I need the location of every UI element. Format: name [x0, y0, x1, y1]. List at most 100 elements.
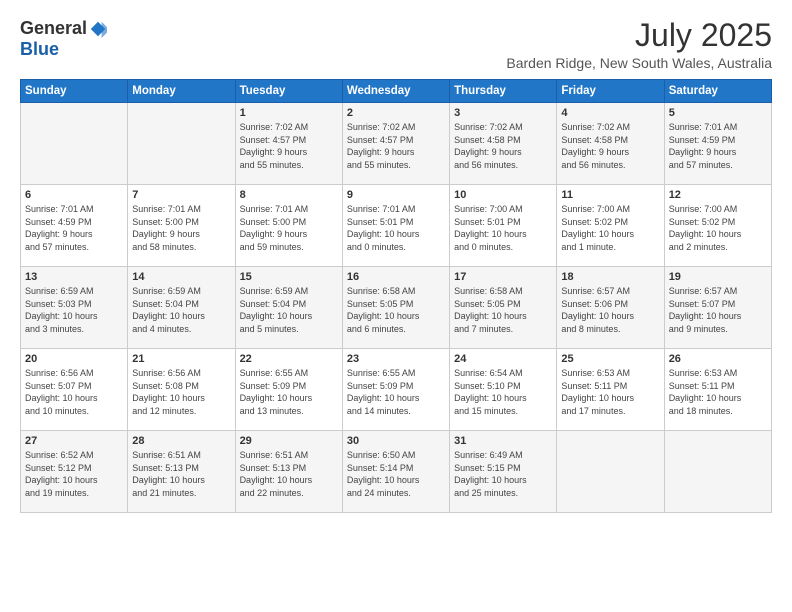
table-row: 2 Sunrise: 7:02 AM Sunset: 4:57 PM Daylig…: [342, 103, 449, 185]
day-info: Sunrise: 7:00 AM Sunset: 5:02 PM Dayligh…: [561, 203, 659, 253]
col-friday: Friday: [557, 80, 664, 103]
day-info: Sunrise: 6:53 AM Sunset: 5:11 PM Dayligh…: [561, 367, 659, 417]
table-row: 24 Sunrise: 6:54 AM Sunset: 5:10 PM Dayli…: [450, 349, 557, 431]
logo-icon: [89, 20, 107, 38]
logo: General Blue: [20, 18, 107, 60]
day-info: Sunrise: 7:01 AM Sunset: 5:00 PM Dayligh…: [132, 203, 230, 253]
day-number: 31: [454, 435, 552, 447]
day-info: Sunrise: 6:56 AM Sunset: 5:08 PM Dayligh…: [132, 367, 230, 417]
day-number: 14: [132, 271, 230, 283]
table-row: 21 Sunrise: 6:56 AM Sunset: 5:08 PM Dayli…: [128, 349, 235, 431]
title-section: July 2025 Barden Ridge, New South Wales,…: [506, 18, 772, 71]
day-info: Sunrise: 6:59 AM Sunset: 5:03 PM Dayligh…: [25, 285, 123, 335]
table-row: 29 Sunrise: 6:51 AM Sunset: 5:13 PM Dayli…: [235, 431, 342, 513]
col-tuesday: Tuesday: [235, 80, 342, 103]
day-number: 24: [454, 353, 552, 365]
table-row: 12 Sunrise: 7:00 AM Sunset: 5:02 PM Dayli…: [664, 185, 771, 267]
table-row: 1 Sunrise: 7:02 AM Sunset: 4:57 PM Daylig…: [235, 103, 342, 185]
day-info: Sunrise: 6:51 AM Sunset: 5:13 PM Dayligh…: [132, 449, 230, 499]
day-info: Sunrise: 6:57 AM Sunset: 5:06 PM Dayligh…: [561, 285, 659, 335]
day-info: Sunrise: 7:02 AM Sunset: 4:58 PM Dayligh…: [561, 121, 659, 171]
day-info: Sunrise: 6:58 AM Sunset: 5:05 PM Dayligh…: [454, 285, 552, 335]
day-info: Sunrise: 6:56 AM Sunset: 5:07 PM Dayligh…: [25, 367, 123, 417]
day-number: 8: [240, 189, 338, 201]
day-number: 15: [240, 271, 338, 283]
day-number: 18: [561, 271, 659, 283]
day-number: 7: [132, 189, 230, 201]
day-number: 4: [561, 107, 659, 119]
day-info: Sunrise: 7:02 AM Sunset: 4:58 PM Dayligh…: [454, 121, 552, 171]
table-row: 8 Sunrise: 7:01 AM Sunset: 5:00 PM Daylig…: [235, 185, 342, 267]
day-info: Sunrise: 6:49 AM Sunset: 5:15 PM Dayligh…: [454, 449, 552, 499]
day-info: Sunrise: 7:01 AM Sunset: 5:00 PM Dayligh…: [240, 203, 338, 253]
calendar-table: Sunday Monday Tuesday Wednesday Thursday…: [20, 79, 772, 513]
table-row: 26 Sunrise: 6:53 AM Sunset: 5:11 PM Dayli…: [664, 349, 771, 431]
logo-blue-text: Blue: [20, 39, 59, 59]
table-row: 7 Sunrise: 7:01 AM Sunset: 5:00 PM Daylig…: [128, 185, 235, 267]
day-info: Sunrise: 6:55 AM Sunset: 5:09 PM Dayligh…: [240, 367, 338, 417]
day-number: 19: [669, 271, 767, 283]
calendar-week-row: 13 Sunrise: 6:59 AM Sunset: 5:03 PM Dayli…: [21, 267, 772, 349]
table-row: 14 Sunrise: 6:59 AM Sunset: 5:04 PM Dayli…: [128, 267, 235, 349]
day-number: 2: [347, 107, 445, 119]
day-number: 11: [561, 189, 659, 201]
table-row: 17 Sunrise: 6:58 AM Sunset: 5:05 PM Dayli…: [450, 267, 557, 349]
col-saturday: Saturday: [664, 80, 771, 103]
day-number: 17: [454, 271, 552, 283]
day-info: Sunrise: 7:01 AM Sunset: 4:59 PM Dayligh…: [669, 121, 767, 171]
col-sunday: Sunday: [21, 80, 128, 103]
location-subtitle: Barden Ridge, New South Wales, Australia: [506, 55, 772, 71]
calendar-week-row: 6Sunrise: 7:01 AM Sunset: 4:59 PM Daylig…: [21, 185, 772, 267]
day-number: 16: [347, 271, 445, 283]
col-thursday: Thursday: [450, 80, 557, 103]
day-number: 9: [347, 189, 445, 201]
table-row: 22Sunrise: 6:55 AM Sunset: 5:09 PM Dayli…: [235, 349, 342, 431]
table-row: [664, 431, 771, 513]
day-number: 23: [347, 353, 445, 365]
table-row: 18 Sunrise: 6:57 AM Sunset: 5:06 PM Dayli…: [557, 267, 664, 349]
day-info: Sunrise: 6:54 AM Sunset: 5:10 PM Dayligh…: [454, 367, 552, 417]
day-info: Sunrise: 7:00 AM Sunset: 5:01 PM Dayligh…: [454, 203, 552, 253]
col-monday: Monday: [128, 80, 235, 103]
logo-general-text: General: [20, 18, 87, 39]
table-row: 28 Sunrise: 6:51 AM Sunset: 5:13 PM Dayli…: [128, 431, 235, 513]
table-row: 13 Sunrise: 6:59 AM Sunset: 5:03 PM Dayli…: [21, 267, 128, 349]
table-row: 31 Sunrise: 6:49 AM Sunset: 5:15 PM Dayli…: [450, 431, 557, 513]
day-number: 6: [25, 189, 123, 201]
table-row: 15 Sunrise: 6:59 AM Sunset: 5:04 PM Dayli…: [235, 267, 342, 349]
day-info: Sunrise: 6:57 AM Sunset: 5:07 PM Dayligh…: [669, 285, 767, 335]
day-number: 13: [25, 271, 123, 283]
table-row: 9Sunrise: 7:01 AM Sunset: 5:01 PM Daylig…: [342, 185, 449, 267]
table-row: 6Sunrise: 7:01 AM Sunset: 4:59 PM Daylig…: [21, 185, 128, 267]
day-number: 12: [669, 189, 767, 201]
day-info: Sunrise: 6:59 AM Sunset: 5:04 PM Dayligh…: [132, 285, 230, 335]
day-number: 26: [669, 353, 767, 365]
table-row: 16 Sunrise: 6:58 AM Sunset: 5:05 PM Dayli…: [342, 267, 449, 349]
day-info: Sunrise: 7:02 AM Sunset: 4:57 PM Dayligh…: [240, 121, 338, 171]
table-row: 3Sunrise: 7:02 AM Sunset: 4:58 PM Daylig…: [450, 103, 557, 185]
day-number: 28: [132, 435, 230, 447]
day-info: Sunrise: 6:59 AM Sunset: 5:04 PM Dayligh…: [240, 285, 338, 335]
table-row: 11 Sunrise: 7:00 AM Sunset: 5:02 PM Dayli…: [557, 185, 664, 267]
day-info: Sunrise: 6:51 AM Sunset: 5:13 PM Dayligh…: [240, 449, 338, 499]
page: General Blue July 2025 Barden Ridge, New…: [0, 0, 792, 612]
day-number: 20: [25, 353, 123, 365]
table-row: 25Sunrise: 6:53 AM Sunset: 5:11 PM Dayli…: [557, 349, 664, 431]
day-info: Sunrise: 6:58 AM Sunset: 5:05 PM Dayligh…: [347, 285, 445, 335]
day-number: 21: [132, 353, 230, 365]
day-info: Sunrise: 7:00 AM Sunset: 5:02 PM Dayligh…: [669, 203, 767, 253]
table-row: 30Sunrise: 6:50 AM Sunset: 5:14 PM Dayli…: [342, 431, 449, 513]
table-row: 10 Sunrise: 7:00 AM Sunset: 5:01 PM Dayli…: [450, 185, 557, 267]
month-year-title: July 2025: [506, 18, 772, 53]
table-row: [557, 431, 664, 513]
day-number: 29: [240, 435, 338, 447]
day-number: 10: [454, 189, 552, 201]
table-row: 19 Sunrise: 6:57 AM Sunset: 5:07 PM Dayli…: [664, 267, 771, 349]
header: General Blue July 2025 Barden Ridge, New…: [20, 18, 772, 71]
day-info: Sunrise: 6:53 AM Sunset: 5:11 PM Dayligh…: [669, 367, 767, 417]
day-info: Sunrise: 7:02 AM Sunset: 4:57 PM Dayligh…: [347, 121, 445, 171]
calendar-week-row: 27Sunrise: 6:52 AM Sunset: 5:12 PM Dayli…: [21, 431, 772, 513]
table-row: [21, 103, 128, 185]
calendar-week-row: 1 Sunrise: 7:02 AM Sunset: 4:57 PM Daylig…: [21, 103, 772, 185]
day-number: 1: [240, 107, 338, 119]
